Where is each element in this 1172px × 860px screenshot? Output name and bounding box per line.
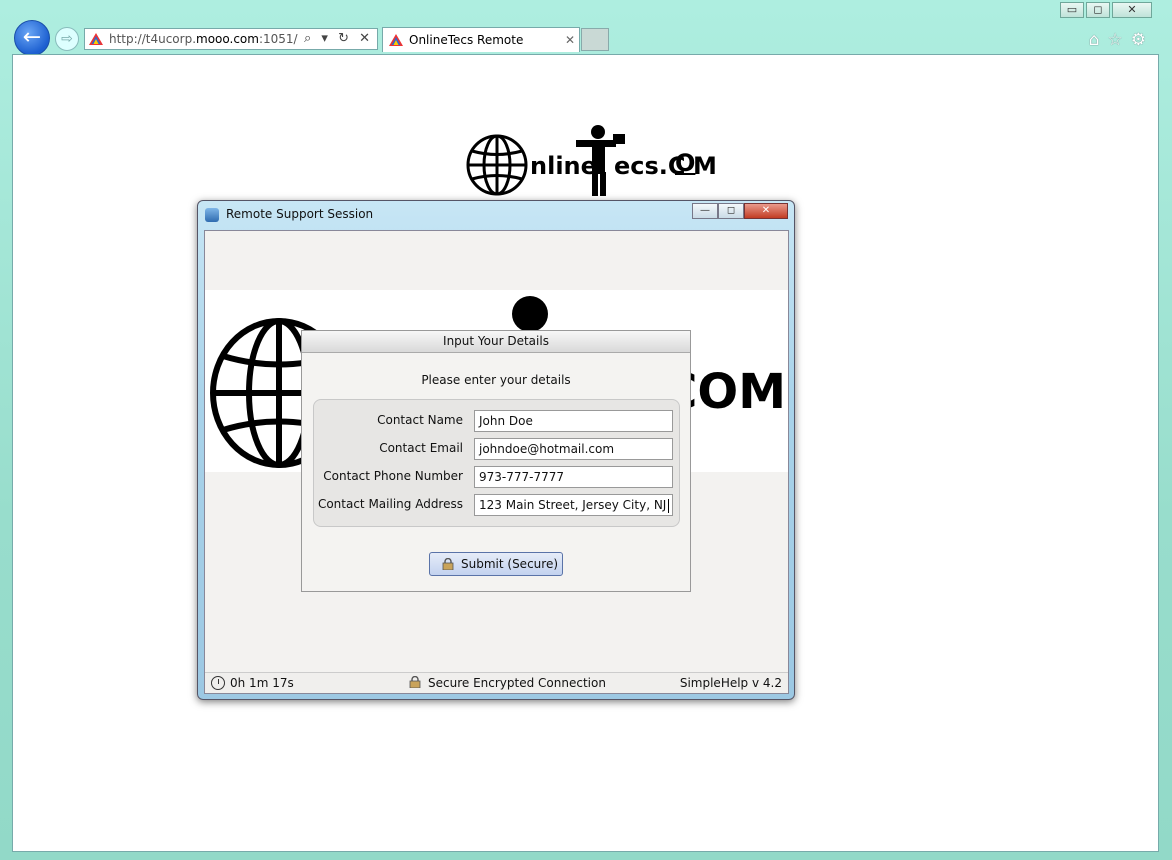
address-url[interactable]: http://t4ucorp.mooo.com:1051/: [109, 29, 298, 49]
address-bar[interactable]: http://t4ucorp.mooo.com:1051/ ⌕ ▾ ↻ ✕: [84, 28, 378, 50]
contact-phone-field[interactable]: 973-777-7777: [474, 466, 673, 488]
details-form: Contact Name John Doe Contact Email john…: [313, 399, 680, 527]
toolbar-icons[interactable]: ⌂☆⚙: [1089, 30, 1154, 50]
status-bar: 0h 1m 17s Secure Encrypted Connection Si…: [205, 672, 788, 693]
submit-label: Submit (Secure): [461, 557, 559, 571]
tab-onlinetecs[interactable]: OnlineTecs Remote Suppor... ✕: [382, 27, 580, 71]
contact-email-label: Contact Email: [379, 441, 463, 455]
forward-button[interactable]: ⇨: [55, 27, 79, 51]
site-favicon-icon: [89, 33, 103, 45]
window-controls: ▭ ◻ ✕: [1058, 2, 1152, 18]
address-tools[interactable]: ⌕ ▾ ↻ ✕: [304, 29, 373, 49]
contact-email-field[interactable]: johndoe@hotmail.com: [474, 438, 673, 460]
contact-address-row: Contact Mailing Address 123 Main Street,…: [314, 494, 681, 516]
session-window-controls: — ◻ ✕: [692, 203, 788, 219]
submit-lock-icon: [442, 558, 454, 570]
new-tab-button[interactable]: [581, 28, 609, 51]
details-dialog: Input Your Details Please enter your det…: [301, 330, 691, 592]
onlinetecs-logo: nline ecs.C O M: [466, 124, 717, 198]
globe-icon: [466, 134, 528, 196]
contact-phone-row: Contact Phone Number 973-777-7777: [314, 466, 681, 488]
back-button[interactable]: ←: [14, 20, 50, 56]
session-close-button[interactable]: ✕: [744, 203, 788, 219]
contact-name-field[interactable]: John Doe: [474, 410, 673, 432]
session-app-icon: [205, 208, 219, 222]
tab-close-icon[interactable]: ✕: [565, 28, 575, 52]
text-caret: [668, 498, 670, 513]
connection-status: Secure Encrypted Connection: [428, 676, 606, 690]
contact-email-row: Contact Email johndoe@hotmail.com: [314, 438, 681, 460]
contact-address-field[interactable]: 123 Main Street, Jersey City, NJ: [474, 494, 673, 516]
minimize-button[interactable]: ▭: [1060, 2, 1084, 18]
tab-favicon-icon: [389, 34, 403, 46]
close-button[interactable]: ✕: [1112, 2, 1152, 18]
logo-text-m: M: [693, 152, 717, 180]
clock-icon: [211, 676, 225, 690]
contact-name-label: Contact Name: [377, 413, 463, 427]
maximize-button[interactable]: ◻: [1086, 2, 1110, 18]
details-dialog-title: Input Your Details: [302, 331, 690, 353]
session-maximize-button[interactable]: ◻: [718, 203, 744, 219]
details-prompt: Please enter your details: [421, 373, 571, 387]
contact-address-label: Contact Mailing Address: [317, 497, 463, 511]
session-window-title: Remote Support Session: [226, 207, 374, 221]
contact-name-row: Contact Name John Doe: [314, 410, 681, 432]
banner-person-head-icon: [512, 296, 548, 332]
lock-icon: [409, 676, 421, 688]
elapsed-time: 0h 1m 17s: [230, 676, 294, 690]
version-label: SimpleHelp v 4.2: [679, 676, 782, 690]
session-minimize-button[interactable]: —: [692, 203, 718, 219]
submit-secure-button[interactable]: Submit (Secure): [429, 552, 563, 576]
contact-phone-label: Contact Phone Number: [323, 469, 463, 483]
contact-address-value: 123 Main Street, Jersey City, NJ: [479, 498, 667, 512]
